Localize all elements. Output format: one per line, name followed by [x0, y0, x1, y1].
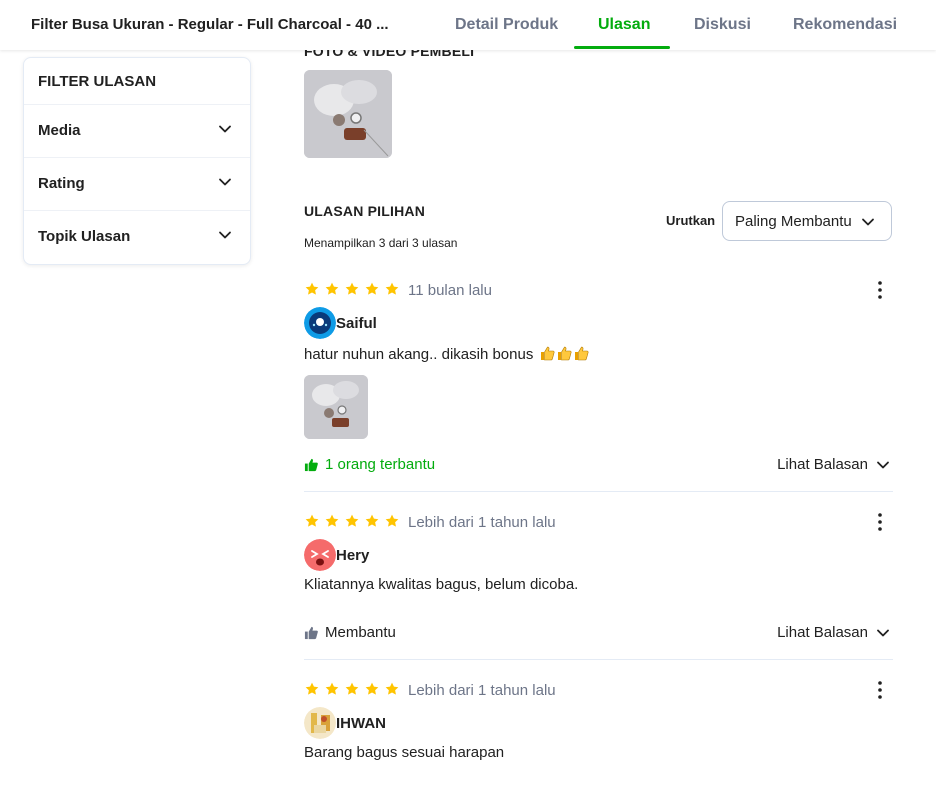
see-reply-label: Lihat Balasan [777, 456, 868, 473]
star-icon [325, 682, 339, 695]
review-text: Kliatannya kwalitas bagus, belum dicoba. [304, 576, 579, 593]
thumbs-up-icon [540, 346, 554, 361]
filter-item-media[interactable]: Media [24, 104, 250, 156]
star-icon [325, 514, 339, 527]
filter-item-rating[interactable]: Rating [24, 157, 250, 209]
thumbs-up-icon [304, 626, 318, 640]
product-title: Filter Busa Ukuran - Regular - Full Char… [31, 16, 389, 33]
star-icon [365, 514, 379, 527]
tab-diskusi[interactable]: Diskusi [694, 16, 751, 34]
thumbs-up-icon [557, 346, 571, 361]
top-navigation-bar: Filter Busa Ukuran - Regular - Full Char… [0, 0, 936, 50]
star-icon [385, 282, 399, 295]
star-icon [385, 682, 399, 695]
product-photo [304, 375, 368, 439]
review-filter-panel: FILTER ULASAN Media Rating Topik Ulasan [23, 57, 251, 265]
helpful-count: 1 orang terbantu [325, 456, 436, 473]
chevron-down-icon [219, 178, 231, 186]
avatar [304, 307, 336, 339]
chevron-down-icon [877, 461, 889, 468]
star-icon [345, 514, 359, 527]
star-icon [365, 682, 379, 695]
helpful-button[interactable]: Membantu [304, 624, 396, 641]
tab-detail-produk[interactable]: Detail Produk [455, 16, 558, 34]
star-icon [345, 682, 359, 695]
filter-title: FILTER ULASAN [38, 73, 157, 90]
chevron-down-icon [219, 231, 231, 239]
star-rating [304, 281, 400, 299]
thumbs-up-icon [304, 458, 318, 472]
review-photo-thumbnail[interactable] [304, 375, 368, 439]
review-time: Lebih dari 1 tahun lalu [408, 682, 556, 699]
filter-item-label: Rating [38, 175, 85, 192]
chevron-down-icon [219, 125, 231, 133]
reviewer-name: Saiful [336, 315, 377, 332]
star-icon [305, 682, 319, 695]
review-divider [304, 659, 893, 660]
star-icon [325, 282, 339, 295]
see-reply-button[interactable]: Lihat Balasan [777, 624, 890, 641]
review-divider [304, 491, 893, 492]
chevron-down-icon [877, 629, 889, 636]
product-photo [304, 70, 392, 158]
reviews-section-title: ULASAN PILIHAN [304, 203, 426, 219]
more-options-icon[interactable] [872, 680, 888, 700]
sort-dropdown[interactable]: Paling Membantu [722, 201, 892, 241]
thumbs-up-icon [574, 346, 588, 361]
review-time: Lebih dari 1 tahun lalu [408, 514, 556, 531]
helpful-label: Membantu [325, 624, 396, 641]
star-rating [304, 513, 400, 531]
more-options-icon[interactable] [872, 280, 888, 300]
sort-label: Urutkan [666, 213, 716, 228]
review-text-content: hatur nuhun akang.. dikasih bonus [304, 346, 534, 363]
active-tab-indicator [574, 46, 670, 49]
see-reply-button[interactable]: Lihat Balasan [777, 456, 890, 473]
reviewer-name: Hery [336, 547, 370, 564]
sort-selected-value: Paling Membantu [735, 213, 852, 230]
review-text: hatur nuhun akang.. dikasih bonus [304, 345, 589, 363]
reviewer-name: IHWAN [336, 715, 386, 732]
filter-item-label: Media [38, 122, 81, 139]
avatar [304, 707, 336, 739]
tab-rekomendasi[interactable]: Rekomendasi [793, 16, 897, 34]
buyer-media-thumbnail[interactable] [304, 70, 392, 158]
avatar [304, 539, 336, 571]
filter-item-topik-ulasan[interactable]: Topik Ulasan [24, 210, 250, 262]
reviews-count-text: Menampilkan 3 dari 3 ulasan [304, 236, 458, 250]
star-icon [345, 282, 359, 295]
more-options-icon[interactable] [872, 512, 888, 532]
star-icon [305, 282, 319, 295]
review-text: Barang bagus sesuai harapan [304, 744, 505, 761]
helpful-button[interactable]: 1 orang terbantu [304, 456, 435, 473]
tab-ulasan[interactable]: Ulasan [598, 16, 650, 34]
see-reply-label: Lihat Balasan [777, 624, 868, 641]
star-icon [385, 514, 399, 527]
star-icon [305, 514, 319, 527]
star-icon [365, 282, 379, 295]
filter-item-label: Topik Ulasan [38, 228, 131, 245]
star-rating [304, 681, 400, 699]
review-time: 11 bulan lalu [408, 282, 492, 299]
chevron-down-icon [862, 218, 874, 226]
